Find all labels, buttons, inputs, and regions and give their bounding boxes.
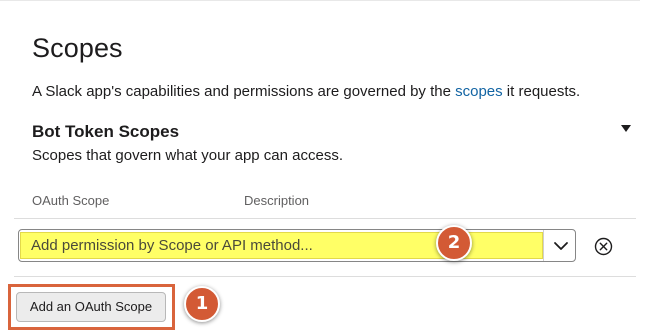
column-header-description: Description (244, 193, 310, 208)
table-divider-bottom (14, 276, 636, 277)
column-header-oauth-scope: OAuth Scope (32, 193, 110, 208)
circle-x-icon[interactable] (594, 237, 613, 256)
description-text-suffix: it requests. (502, 83, 581, 100)
chevron-down-icon[interactable] (552, 237, 570, 255)
scopes-link[interactable]: scopes (455, 83, 503, 100)
select-divider (543, 230, 544, 261)
bot-token-scopes-description: Scopes that govern what your app can acc… (32, 147, 344, 164)
section-description: A Slack app's capabilities and permissio… (32, 82, 580, 102)
add-oauth-scope-button[interactable]: Add an OAuth Scope (16, 292, 166, 322)
scope-search-select[interactable]: Add permission by Scope or API method... (18, 229, 576, 262)
step-1-badge: 1 (184, 286, 220, 322)
step-2-badge: 2 (436, 225, 472, 261)
caret-down-icon[interactable] (621, 125, 631, 132)
page-title: Scopes (32, 33, 123, 63)
top-divider (0, 0, 640, 1)
scopes-page: Scopes A Slack app's capabilities and pe… (0, 0, 664, 336)
bot-token-scopes-title: Bot Token Scopes (32, 122, 180, 141)
scope-select-placeholder: Add permission by Scope or API method... (31, 237, 313, 254)
table-divider (14, 218, 636, 219)
description-text-prefix: A Slack app's capabilities and permissio… (32, 83, 456, 100)
